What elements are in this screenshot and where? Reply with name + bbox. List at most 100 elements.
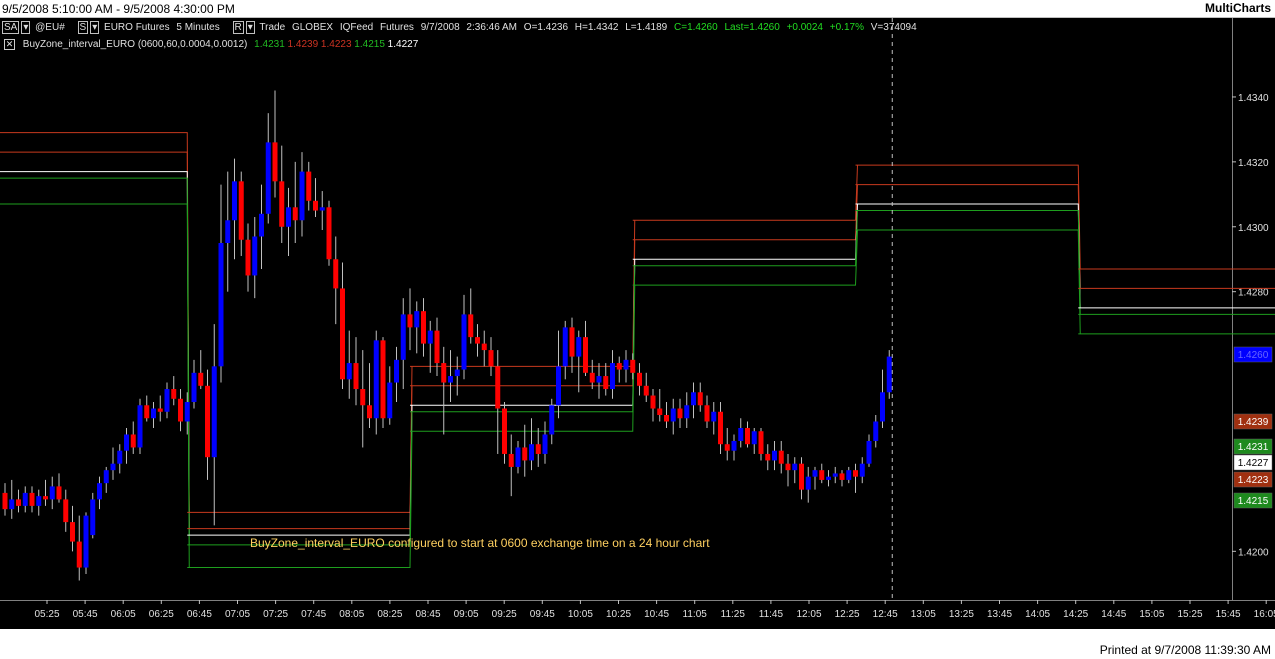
r-button[interactable]: R [232,21,244,34]
candle-body [853,470,858,477]
candle-body [407,314,413,328]
candle-body [360,389,366,406]
candle-body [805,476,811,490]
candle-body [778,450,784,464]
last-label: Last=1.4260 [724,22,780,33]
window-title: 9/5/2008 5:10:00 AM - 9/5/2008 4:30:00 P… [2,2,235,16]
candle-body [76,541,82,568]
candle-body [43,496,48,500]
x-tick-label: 16:05 [1254,609,1275,620]
candle-body [29,492,35,506]
candle-body [184,402,190,422]
candle-body [785,463,791,471]
candle-body [529,444,534,461]
indicator-params: (0600,60,0.0004,0.0012) [137,39,248,50]
candle-body [346,363,352,380]
x-tick-label: 14:05 [1025,609,1050,620]
candle-body [515,447,521,467]
candle-body [225,220,231,243]
band-mid-red [632,184,858,241]
x-tick-label: 10:45 [644,609,669,620]
candle-body [265,142,271,214]
candle-body [333,259,339,289]
price-tag-label: 1.4223 [1238,475,1269,486]
candle-body [286,207,291,227]
candle-body [198,372,204,386]
candle-body [299,171,305,221]
candle-body [576,337,582,357]
candle-body [205,385,210,458]
candle-body [245,239,251,276]
candle-body [697,392,703,406]
candle-body [569,327,575,357]
band-center-white [632,204,858,260]
band-mid-green [187,411,413,546]
candle-body [799,463,804,490]
data-type-label: Trade [259,22,286,33]
candle-body [97,483,102,500]
candle-body [475,337,480,344]
candle-body [340,288,345,380]
candle-body [63,499,69,523]
candle-body [846,470,852,480]
candle-body [751,431,757,445]
sa-button[interactable]: SA [2,21,20,34]
chart-area[interactable]: 1.4340 1.4320 1.4300 1.4280 1.4200 05:25 05:45… [0,18,1275,629]
price-tag-label: 1.4239 [1238,417,1269,428]
candle-body [103,470,109,484]
price-tag-label: 1.4227 [1238,458,1269,469]
candle-body [151,408,156,419]
price-tag-label: 1.4215 [1238,496,1269,507]
title-bar: 9/5/2008 5:10:00 AM - 9/5/2008 4:30:00 P… [0,0,1275,18]
x-tick-label: 14:45 [1101,609,1126,620]
x-tick-label: 11:45 [759,609,784,620]
candle-body [211,366,217,458]
x-tick-label: 09:05 [454,609,479,620]
indicator-value-1: 1.4231 [254,39,285,50]
band-mid-red [855,184,1081,289]
candle-body [556,366,561,406]
x-tick-label: 07:25 [263,609,288,620]
candle-body [252,236,258,276]
candle-body [70,522,75,542]
candle-body [171,389,177,399]
candle-body [367,405,372,419]
x-tick-label: 08:25 [377,609,402,620]
candle-body [373,340,379,419]
x-tick-label: 09:45 [530,609,555,620]
candle-body [502,408,507,454]
indicator-value-3: 1.4223 [320,39,352,50]
s-button[interactable]: S [77,21,89,34]
x-tick-label: 06:45 [187,609,212,620]
x-tick-label: 15:05 [1139,609,1164,620]
indicator-name: BuyZone_interval_EURO [22,39,136,50]
candle-body [16,499,21,506]
interval-label: 5 Minutes [176,22,220,33]
feed-label: IQFeed [339,22,374,33]
s-dropdown-icon[interactable]: ▾ [90,21,100,34]
candle-body [306,171,312,201]
candle-body [292,207,298,221]
chart-annotation: BuyZone_interval_EURO configured to star… [250,536,710,550]
printed-timestamp: Printed at 9/7/2008 11:39:30 AM [1099,643,1271,657]
candle-body [650,395,656,409]
x-tick-label: 09:25 [492,609,517,620]
band-mid-green [0,177,190,545]
candle-body [583,337,588,373]
candle-body [866,440,872,464]
x-tick-label: 15:45 [1216,609,1241,620]
sa-dropdown-icon[interactable]: ▾ [21,21,31,34]
r-dropdown-icon[interactable]: ▾ [245,21,255,34]
candle-body [394,359,399,383]
candle-body [461,314,467,370]
high-label: H=1.4342 [574,22,619,33]
candle-body [616,363,622,370]
band-upper-red [632,165,858,221]
candle-body [839,473,845,480]
candle-body [259,213,264,237]
candle-body [9,499,15,510]
close-indicator-icon[interactable]: ✕ [4,39,15,50]
candle-body [758,431,764,454]
candle-body [2,492,8,510]
y-tick-label: 1.4300 [1238,223,1269,234]
